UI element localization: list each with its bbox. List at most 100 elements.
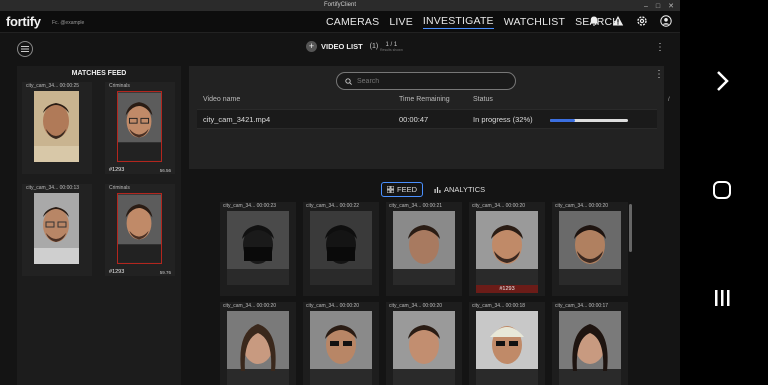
video-search-box[interactable] xyxy=(336,72,516,90)
face-thumbnail xyxy=(393,211,455,285)
face-thumbnail xyxy=(117,91,162,162)
match-score: 56.56 xyxy=(159,168,171,173)
video-row[interactable]: city_cam_3421.mp4 00:00:47 In progress (… xyxy=(197,109,657,129)
panel-more-icon[interactable]: ⋮ xyxy=(654,70,664,80)
android-nav-bar xyxy=(680,0,768,385)
match-source-card[interactable]: city_cam_34... 00:00:13 xyxy=(22,184,92,276)
face-thumbnail xyxy=(476,211,538,285)
progress-fill xyxy=(550,119,575,122)
page-subtitle: Results shown xyxy=(380,48,403,52)
match-row[interactable]: city_cam_34... 00:00:13 Criminals #1293 … xyxy=(17,184,181,276)
feed-card[interactable]: city_cam_34... 00:00:20 #1293 xyxy=(469,202,545,296)
bar-chart-icon xyxy=(434,187,441,193)
col-status: Status xyxy=(473,96,493,103)
more-options-icon[interactable]: ⋮ xyxy=(655,43,665,53)
tab-feed[interactable]: FEED xyxy=(381,182,424,197)
feed-card-label: city_cam_34... 00:00:20 xyxy=(223,303,277,309)
face-thumbnail xyxy=(310,311,372,385)
face-thumbnail xyxy=(559,211,621,285)
feed-card[interactable]: city_cam_34... 00:00:20 xyxy=(386,302,462,385)
view-toggle: FEED ANALYTICS xyxy=(381,182,490,197)
nav-watchlist[interactable]: WATCHLIST xyxy=(504,16,565,28)
user-icon[interactable] xyxy=(660,15,672,27)
add-video-button[interactable]: + xyxy=(306,41,317,52)
feed-card[interactable]: city_cam_34... 00:00:20 xyxy=(552,202,628,296)
video-search-input[interactable] xyxy=(357,76,507,87)
nav-cameras[interactable]: CAMERAS xyxy=(326,16,379,28)
feed-card-label: city_cam_34... 00:00:18 xyxy=(472,303,526,309)
feed-card-label: city_cam_34... 00:00:20 xyxy=(389,303,443,309)
video-name: city_cam_3421.mp4 xyxy=(203,115,271,124)
brand-subtitle: Fc. @example xyxy=(52,20,85,26)
top-navigation: fortify Fc. @example CAMERAS LIVE INVEST… xyxy=(0,11,680,33)
match-watchlist-card[interactable]: Criminals #1293 56.56 xyxy=(105,82,175,174)
feed-card[interactable]: city_cam_34... 00:00:18 xyxy=(469,302,545,385)
face-thumbnail xyxy=(393,311,455,385)
video-list-label[interactable]: VIDEO LIST xyxy=(321,42,363,51)
chevron-right-icon[interactable] xyxy=(712,68,732,99)
progress-bar xyxy=(550,119,628,122)
feed-card-label: city_cam_34... 00:00:20 xyxy=(555,203,609,209)
gear-icon[interactable] xyxy=(636,15,648,27)
app-window: FortifyClient – □ ✕ fortify Fc. @example… xyxy=(0,0,680,385)
warning-icon[interactable] xyxy=(612,15,624,27)
pagination: 1 / 1 Results shown xyxy=(380,42,403,52)
match-list-label: Criminals xyxy=(109,83,130,89)
video-status: In progress (32%) xyxy=(473,115,533,124)
feed-card[interactable]: city_cam_34... 00:00:23 xyxy=(220,202,296,296)
nav-live[interactable]: LIVE xyxy=(389,16,413,28)
col-video-name: Video name xyxy=(203,96,241,103)
recent-apps-icon[interactable] xyxy=(712,288,732,313)
nav-investigate[interactable]: INVESTIGATE xyxy=(422,15,494,29)
match-source-label: city_cam_34... 00:00:13 xyxy=(26,185,80,191)
bell-icon[interactable] xyxy=(588,15,600,27)
match-id: #1293 xyxy=(109,269,125,275)
feed-card[interactable]: city_cam_34... 00:00:20 xyxy=(220,302,296,385)
feed-card[interactable]: city_cam_34... 00:00:21 xyxy=(386,202,462,296)
face-thumbnail xyxy=(310,211,372,285)
tab-analytics-label: ANALYTICS xyxy=(444,185,486,194)
feed-card-label: city_cam_34... 00:00:21 xyxy=(389,203,443,209)
feed-card-label: city_cam_34... 00:00:23 xyxy=(223,203,277,209)
feed-card-label: city_cam_34... 00:00:20 xyxy=(306,303,360,309)
video-remaining: 00:00:47 xyxy=(399,115,429,124)
search-icon xyxy=(345,78,352,85)
feed-card[interactable]: city_cam_34... 00:00:22 xyxy=(303,202,379,296)
home-icon[interactable] xyxy=(712,180,732,205)
col-time-remaining: Time Remaining xyxy=(399,96,450,103)
face-thumbnail xyxy=(34,193,79,264)
window-title: FortifyClient xyxy=(323,2,356,8)
feed-match-tag: #1293 xyxy=(476,285,538,293)
feed-grid: city_cam_34... 00:00:23 city_cam_34... 00… xyxy=(220,202,630,385)
face-thumbnail xyxy=(559,311,621,385)
video-list-count: (1) xyxy=(369,43,379,50)
investigate-toolbar: + VIDEO LIST (1) 1 / 1 Results shown ⋮ xyxy=(0,34,680,64)
feed-card[interactable]: city_cam_34... 00:00:20 xyxy=(303,302,379,385)
face-thumbnail xyxy=(34,91,79,162)
match-score: 59.76 xyxy=(159,270,171,275)
face-thumbnail xyxy=(227,211,289,285)
list-icon xyxy=(21,46,29,52)
feed-card-label: city_cam_34... 00:00:20 xyxy=(472,203,526,209)
feed-card-label: city_cam_34... 00:00:17 xyxy=(555,303,609,309)
window-titlebar: FortifyClient – □ ✕ xyxy=(0,0,680,11)
tab-analytics[interactable]: ANALYTICS xyxy=(429,182,490,197)
list-toggle-button[interactable] xyxy=(17,41,33,57)
match-id: #1293 xyxy=(109,167,125,173)
match-source-label: city_cam_34... 00:00:25 xyxy=(26,83,80,89)
feed-card[interactable]: city_cam_34... 00:00:17 xyxy=(552,302,628,385)
match-watchlist-card[interactable]: Criminals #1293 59.76 xyxy=(105,184,175,276)
tab-feed-label: FEED xyxy=(397,185,418,194)
feed-scrollbar[interactable] xyxy=(629,204,632,252)
grid-icon xyxy=(387,186,394,193)
match-row[interactable]: city_cam_34... 00:00:25 Criminals #1293 … xyxy=(17,82,181,174)
matches-feed-panel: MATCHES FEED city_cam_34... 00:00:25 Cri… xyxy=(17,66,181,385)
match-source-card[interactable]: city_cam_34... 00:00:25 xyxy=(22,82,92,174)
match-list-label: Criminals xyxy=(109,185,130,191)
video-list-panel: ⋮ Video name Time Remaining Status city_… xyxy=(189,66,664,169)
brand-logo: fortify xyxy=(6,14,41,29)
feed-card-label: city_cam_34... 00:00:22 xyxy=(306,203,360,209)
matches-feed-title: MATCHES FEED xyxy=(71,70,127,77)
face-thumbnail xyxy=(476,311,538,385)
panel-edge-marker: / xyxy=(668,97,670,103)
